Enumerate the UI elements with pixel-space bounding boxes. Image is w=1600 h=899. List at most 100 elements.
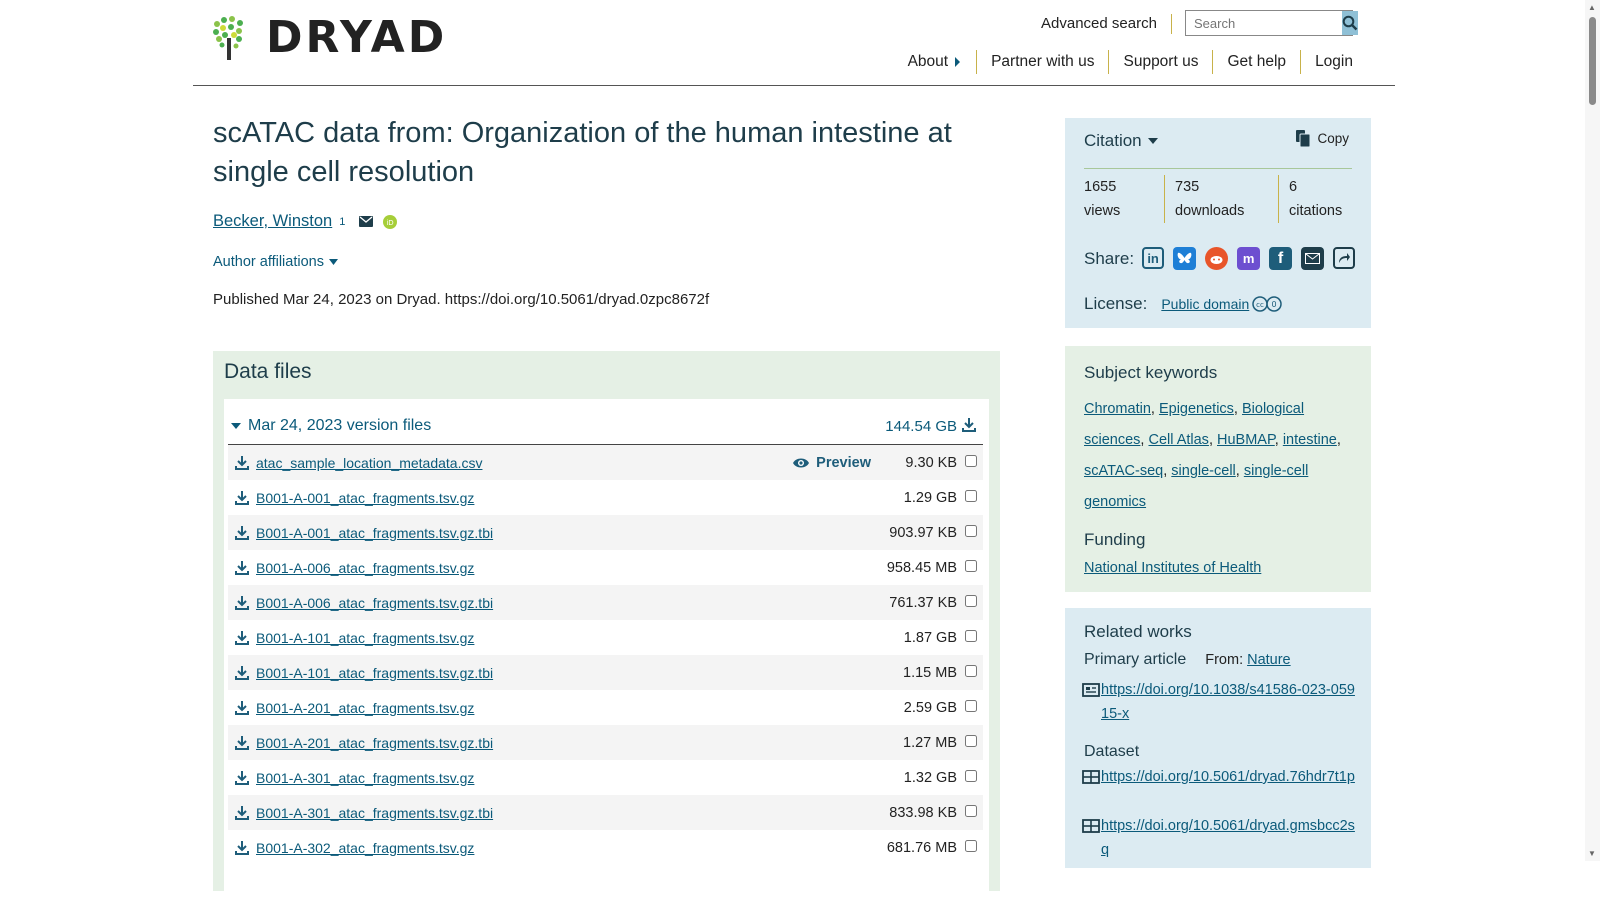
file-row: B001-A-201_atac_fragments.tsv.gz 2.59 GB bbox=[228, 690, 983, 725]
dataset-link[interactable]: https://doi.org/10.5061/dryad.gmsbcc2sq bbox=[1101, 814, 1357, 862]
primary-article-row: Primary article From: Nature bbox=[1084, 651, 1291, 669]
author-affiliations-label: Author affiliations bbox=[213, 254, 324, 270]
envelope-icon[interactable] bbox=[359, 216, 374, 227]
share-icon[interactable] bbox=[1333, 247, 1356, 269]
download-icon[interactable] bbox=[234, 735, 250, 751]
page-scrollbar[interactable]: ▲ ▼ bbox=[1585, 0, 1600, 861]
svg-text:0: 0 bbox=[1272, 300, 1277, 309]
file-select-checkbox[interactable] bbox=[965, 665, 977, 677]
file-link[interactable]: B001-A-006_atac_fragments.tsv.gz bbox=[256, 560, 474, 576]
file-select-checkbox[interactable] bbox=[965, 490, 977, 502]
download-icon[interactable] bbox=[234, 490, 250, 506]
file-select-checkbox[interactable] bbox=[965, 770, 977, 782]
search-input[interactable] bbox=[1186, 11, 1342, 35]
facebook-icon[interactable]: f bbox=[1269, 247, 1293, 270]
keyword-link[interactable]: Cell Atlas bbox=[1148, 432, 1208, 448]
orcid-icon[interactable]: iD bbox=[383, 214, 398, 229]
email-icon[interactable] bbox=[1301, 247, 1325, 270]
citations-count: 6 bbox=[1289, 179, 1298, 195]
mastodon-icon[interactable]: m bbox=[1237, 247, 1261, 270]
journal-link[interactable]: Nature bbox=[1247, 652, 1291, 668]
file-select-checkbox[interactable] bbox=[965, 525, 977, 537]
nav-support[interactable]: Support us bbox=[1108, 50, 1212, 74]
nav-partner[interactable]: Partner with us bbox=[976, 50, 1108, 74]
dataset-link[interactable]: https://doi.org/10.5061/dryad.76hdr7t1p bbox=[1101, 765, 1355, 789]
download-icon[interactable] bbox=[234, 525, 250, 541]
keyword-link[interactable]: Epigenetics bbox=[1159, 401, 1234, 417]
download-icon[interactable] bbox=[234, 455, 250, 471]
affiliation-sup[interactable]: 1 bbox=[339, 216, 345, 228]
scroll-down-arrow-icon[interactable]: ▼ bbox=[1588, 849, 1596, 858]
bluesky-icon[interactable] bbox=[1173, 247, 1197, 270]
author-link[interactable]: Becker, Winston bbox=[213, 212, 332, 231]
download-all-icon[interactable] bbox=[961, 417, 977, 433]
file-select-checkbox[interactable] bbox=[965, 805, 977, 817]
file-select-checkbox[interactable] bbox=[965, 735, 977, 747]
file-link[interactable]: B001-A-001_atac_fragments.tsv.gz.tbi bbox=[256, 525, 493, 541]
file-size: 903.97 KB bbox=[889, 524, 957, 541]
views-count: 1655 bbox=[1084, 179, 1117, 195]
file-size: 1.15 MB bbox=[903, 664, 957, 681]
file-select-checkbox[interactable] bbox=[965, 840, 977, 852]
file-select-checkbox[interactable] bbox=[965, 630, 977, 642]
file-link[interactable]: B001-A-301_atac_fragments.tsv.gz bbox=[256, 770, 474, 786]
file-select-checkbox[interactable] bbox=[965, 455, 977, 467]
license-label: License: bbox=[1084, 294, 1148, 313]
download-icon[interactable] bbox=[234, 665, 250, 681]
download-icon[interactable] bbox=[234, 840, 250, 856]
keyword-link[interactable]: scATAC-seq bbox=[1084, 463, 1163, 479]
license-row: License: Public domain cc 0 bbox=[1084, 294, 1284, 314]
file-link[interactable]: atac_sample_location_metadata.csv bbox=[256, 455, 482, 471]
version-size: 144.54 GB bbox=[885, 417, 957, 435]
dryad-logo[interactable]: DRYAD bbox=[212, 16, 447, 60]
file-link[interactable]: B001-A-201_atac_fragments.tsv.gz bbox=[256, 700, 474, 716]
advanced-search-link[interactable]: Advanced search bbox=[1041, 14, 1172, 34]
copy-citation-button[interactable]: Copy bbox=[1295, 130, 1349, 147]
preview-button[interactable]: Preview bbox=[792, 455, 871, 471]
file-row: B001-A-006_atac_fragments.tsv.gz 958.45 M… bbox=[228, 550, 983, 585]
file-link[interactable]: B001-A-301_atac_fragments.tsv.gz.tbi bbox=[256, 805, 493, 821]
scrollbar-thumb[interactable] bbox=[1589, 17, 1596, 105]
file-row: B001-A-101_atac_fragments.tsv.gz 1.87 GB bbox=[228, 620, 983, 655]
nav-about[interactable]: About bbox=[894, 50, 977, 74]
funding-link[interactable]: National Institutes of Health bbox=[1084, 560, 1261, 576]
keyword-link[interactable]: Chromatin bbox=[1084, 401, 1151, 417]
license-link[interactable]: Public domain bbox=[1161, 296, 1249, 312]
primary-article-link[interactable]: https://doi.org/10.1038/s41586-023-05915… bbox=[1101, 678, 1357, 726]
file-select-checkbox[interactable] bbox=[965, 700, 977, 712]
file-link[interactable]: B001-A-101_atac_fragments.tsv.gz bbox=[256, 630, 474, 646]
keyword-link[interactable]: HuBMAP bbox=[1217, 432, 1275, 448]
version-toggle[interactable]: Mar 24, 2023 version files 144.54 GB bbox=[228, 408, 983, 445]
views-label: views bbox=[1084, 203, 1121, 219]
search-button[interactable] bbox=[1342, 11, 1358, 35]
nav-login[interactable]: Login bbox=[1300, 50, 1367, 74]
file-row: B001-A-301_atac_fragments.tsv.gz.tbi 833.… bbox=[228, 795, 983, 830]
file-link[interactable]: B001-A-006_atac_fragments.tsv.gz.tbi bbox=[256, 595, 493, 611]
download-icon[interactable] bbox=[234, 770, 250, 786]
file-select-checkbox[interactable] bbox=[965, 560, 977, 572]
download-icon[interactable] bbox=[234, 595, 250, 611]
keyword-link[interactable]: intestine bbox=[1283, 432, 1337, 448]
funding-heading: Funding bbox=[1084, 530, 1146, 549]
nav-help[interactable]: Get help bbox=[1212, 50, 1300, 74]
download-icon[interactable] bbox=[234, 805, 250, 821]
keyword-link[interactable]: single-cell bbox=[1171, 463, 1235, 479]
scroll-up-arrow-icon[interactable]: ▲ bbox=[1588, 3, 1596, 12]
file-link[interactable]: B001-A-001_atac_fragments.tsv.gz bbox=[256, 490, 474, 506]
file-select-checkbox[interactable] bbox=[965, 595, 977, 607]
download-icon[interactable] bbox=[234, 560, 250, 576]
table-icon bbox=[1082, 819, 1100, 833]
download-icon[interactable] bbox=[234, 700, 250, 716]
linkedin-icon[interactable]: in bbox=[1142, 247, 1165, 269]
reddit-icon[interactable] bbox=[1205, 247, 1229, 270]
file-list: atac_sample_location_metadata.csv Preview… bbox=[228, 445, 983, 865]
download-icon[interactable] bbox=[234, 630, 250, 646]
preview-label: Preview bbox=[816, 454, 871, 471]
file-link[interactable]: B001-A-101_atac_fragments.tsv.gz.tbi bbox=[256, 665, 493, 681]
author-affiliations-toggle[interactable]: Author affiliations bbox=[213, 254, 339, 270]
file-link[interactable]: B001-A-201_atac_fragments.tsv.gz.tbi bbox=[256, 735, 493, 751]
citation-toggle[interactable]: Citation bbox=[1084, 131, 1159, 151]
downloads-count: 735 bbox=[1175, 179, 1200, 195]
keyword-separator: , bbox=[1336, 432, 1341, 448]
file-link[interactable]: B001-A-302_atac_fragments.tsv.gz bbox=[256, 840, 474, 856]
